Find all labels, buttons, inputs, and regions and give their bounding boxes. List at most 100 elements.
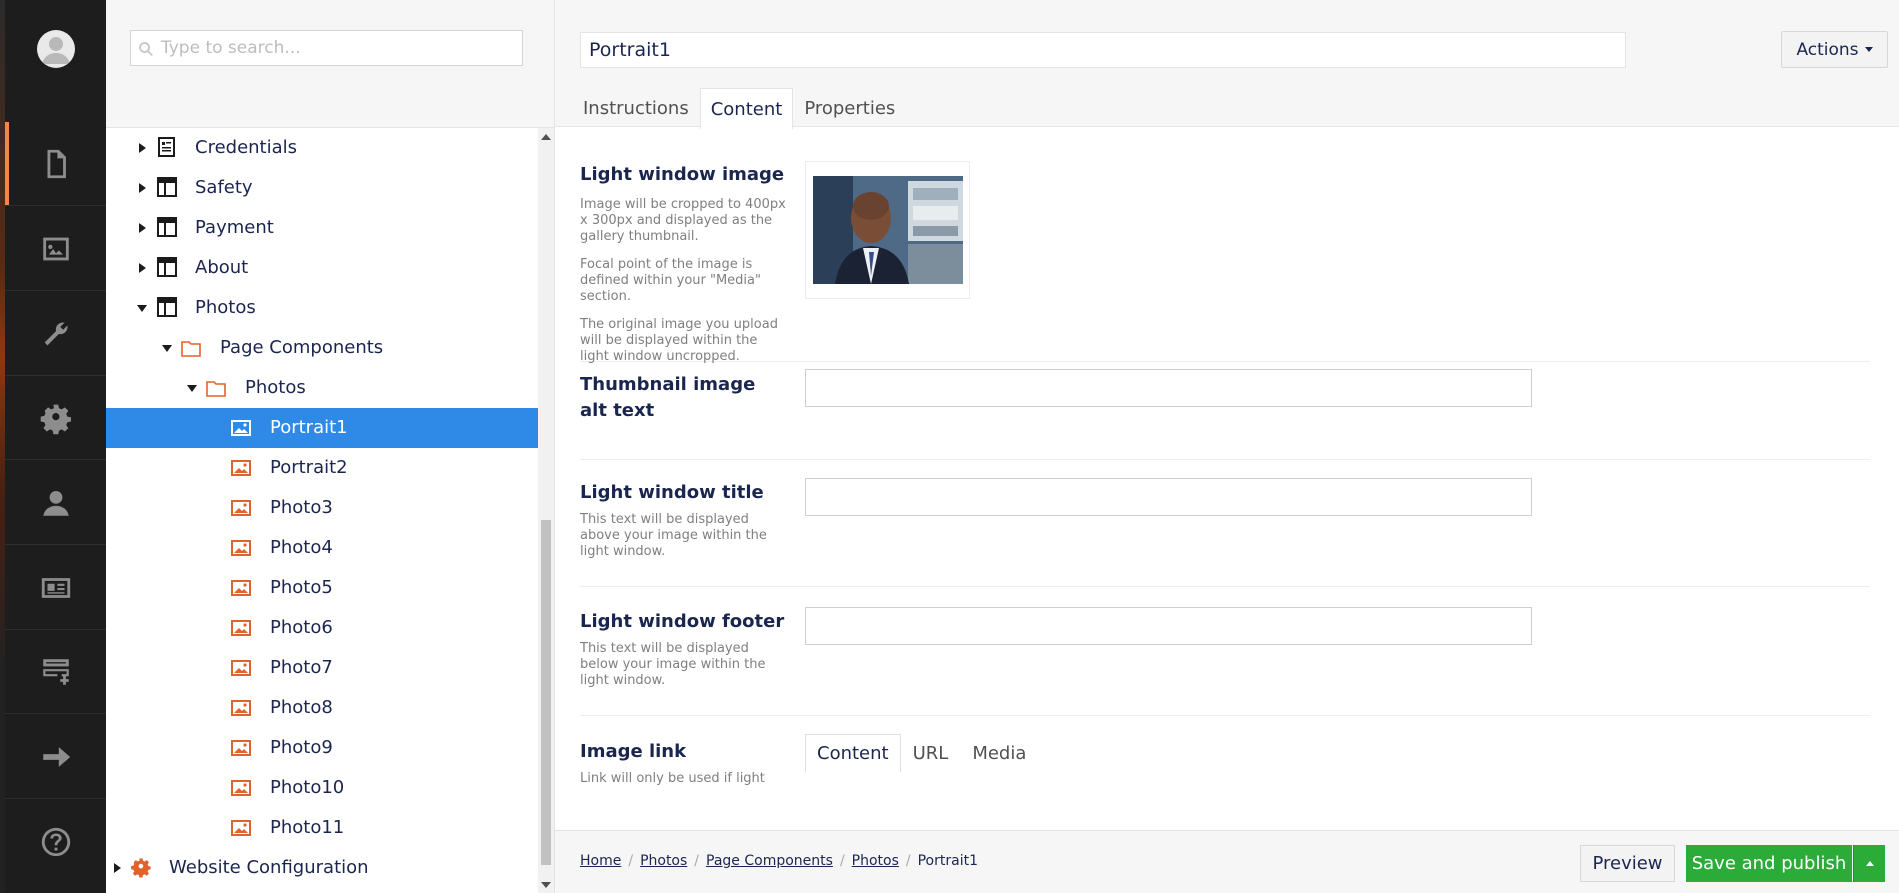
image-picker[interactable] [805, 161, 970, 299]
tree-node-label: Website Configuration [169, 857, 369, 878]
tree-node-page-components[interactable]: Page Components [106, 328, 538, 368]
tab-content[interactable]: Content [699, 88, 794, 129]
caret-down-icon [1864, 47, 1873, 52]
content-editor: Actions Instructions Content Properties … [555, 0, 1899, 893]
picture-icon [231, 780, 251, 796]
section-developer[interactable] [5, 376, 106, 460]
tree-node-label: Photo10 [270, 777, 345, 798]
user-avatar[interactable] [37, 30, 75, 68]
property-label: Image link [580, 741, 687, 762]
expand-caret-icon[interactable] [139, 183, 146, 193]
section-content[interactable] [5, 122, 106, 206]
property-light-window-footer: Light window footer This text will be di… [580, 607, 1870, 716]
light-window-footer-input[interactable] [805, 607, 1532, 645]
property-thumbnail-alt: Thumbnail image alt text [580, 369, 1870, 460]
editor-tabs: Instructions Content Properties [572, 88, 906, 129]
scroll-down-icon[interactable] [541, 882, 551, 888]
section-users[interactable] [5, 461, 106, 545]
collapse-caret-icon[interactable] [187, 385, 197, 392]
scrollbar-thumb[interactable] [541, 520, 551, 865]
editor-footer: Home / Photos / Page Components / Photos… [555, 830, 1899, 893]
tree-node-credentials[interactable]: Credentials [106, 128, 538, 168]
tree-node-photo10[interactable]: Photo10 [106, 768, 538, 808]
tree-node-photo7[interactable]: Photo7 [106, 648, 538, 688]
tree-node-label: Photo6 [270, 617, 333, 638]
property-description: The original image you upload will be di… [580, 317, 778, 364]
section-members[interactable] [5, 546, 106, 630]
caret-up-icon [1865, 861, 1874, 866]
tree-node-label: Page Components [220, 337, 384, 358]
breadcrumb-page-components[interactable]: Page Components [706, 853, 833, 869]
tree-search[interactable] [130, 30, 523, 66]
expand-caret-icon[interactable] [139, 223, 146, 233]
property-description: This text will be displayed below your i… [580, 641, 766, 688]
link-tab-url[interactable]: URL [901, 734, 961, 772]
tree-node-photo8[interactable]: Photo8 [106, 688, 538, 728]
expand-caret-icon[interactable] [114, 863, 121, 873]
tree-node-photos-folder[interactable]: Photos [106, 368, 538, 408]
expand-caret-icon[interactable] [139, 143, 146, 153]
property-label: Thumbnail image alt text [580, 374, 756, 421]
tree-node-website-configuration[interactable]: Website Configuration [106, 848, 538, 888]
wrench-icon [44, 321, 68, 345]
preview-button[interactable]: Preview [1580, 845, 1675, 882]
content-tree: Credentials Safety Payment About Photos … [106, 128, 538, 893]
portrait-thumbnail[interactable] [813, 176, 963, 284]
tree-node-label: Photo9 [270, 737, 333, 758]
link-tab-media[interactable]: Media [960, 734, 1038, 772]
collapse-caret-icon[interactable] [162, 345, 172, 352]
picture-icon [231, 540, 251, 556]
gear-orange-icon [131, 858, 151, 878]
expand-caret-icon[interactable] [139, 263, 146, 273]
breadcrumb-home[interactable]: Home [580, 853, 621, 869]
tree-node-label: Portrait2 [270, 457, 348, 478]
property-image-link: Image link Link will only be used if lig… [580, 734, 1870, 830]
tree-node-label: Photos [245, 377, 306, 398]
save-and-publish-button[interactable]: Save and publish [1686, 845, 1852, 882]
tree-node-about[interactable]: About [106, 248, 538, 288]
tree-node-portrait2[interactable]: Portrait2 [106, 448, 538, 488]
tree-header [106, 0, 554, 128]
tree-node-photo3[interactable]: Photo3 [106, 488, 538, 528]
tab-instructions[interactable]: Instructions [572, 88, 700, 128]
tree-scrollbar[interactable] [538, 128, 554, 893]
section-media[interactable] [5, 207, 106, 291]
picture-icon [231, 820, 251, 836]
tree-node-payment[interactable]: Payment [106, 208, 538, 248]
property-label: Light window image [580, 164, 785, 185]
tree-node-safety[interactable]: Safety [106, 168, 538, 208]
save-options-button[interactable] [1853, 845, 1885, 882]
section-settings[interactable] [5, 292, 106, 376]
help-icon [41, 827, 70, 857]
node-name-input[interactable] [580, 32, 1626, 68]
section-help[interactable] [5, 800, 106, 884]
tree-node-photos[interactable]: Photos [106, 288, 538, 328]
editor-header: Actions Instructions Content Properties [555, 0, 1899, 129]
collapse-caret-icon[interactable] [137, 305, 147, 312]
tree-node-portrait1[interactable]: Portrait1 [106, 408, 538, 448]
link-tab-content[interactable]: Content [805, 734, 901, 772]
scroll-up-icon[interactable] [541, 134, 551, 140]
search-input[interactable] [161, 34, 516, 62]
document-icon [47, 149, 66, 178]
tree-node-label: Photo7 [270, 657, 333, 678]
breadcrumb-photos[interactable]: Photos [640, 853, 687, 869]
breadcrumb-photos-folder[interactable]: Photos [852, 853, 899, 869]
tree-node-photo9[interactable]: Photo9 [106, 728, 538, 768]
tree-node-photo4[interactable]: Photo4 [106, 528, 538, 568]
tree-node-label: Portrait1 [270, 417, 348, 438]
tree-node-photo6[interactable]: Photo6 [106, 608, 538, 648]
tab-properties[interactable]: Properties [793, 88, 906, 128]
thumbnail-alt-input[interactable] [805, 369, 1532, 407]
light-window-title-input[interactable] [805, 478, 1532, 516]
tree-node-photo5[interactable]: Photo5 [106, 568, 538, 608]
tree-node-photo11[interactable]: Photo11 [106, 808, 538, 848]
section-forms[interactable] [5, 630, 106, 714]
tree-node-label: Safety [195, 177, 253, 198]
property-label: Light window footer [580, 611, 785, 632]
tree-node-label: Photo8 [270, 697, 333, 718]
section-redirects[interactable] [5, 715, 106, 799]
content-tree-panel: Credentials Safety Payment [106, 0, 555, 893]
actions-button[interactable]: Actions [1781, 31, 1888, 68]
property-label: Light window title [580, 482, 764, 503]
